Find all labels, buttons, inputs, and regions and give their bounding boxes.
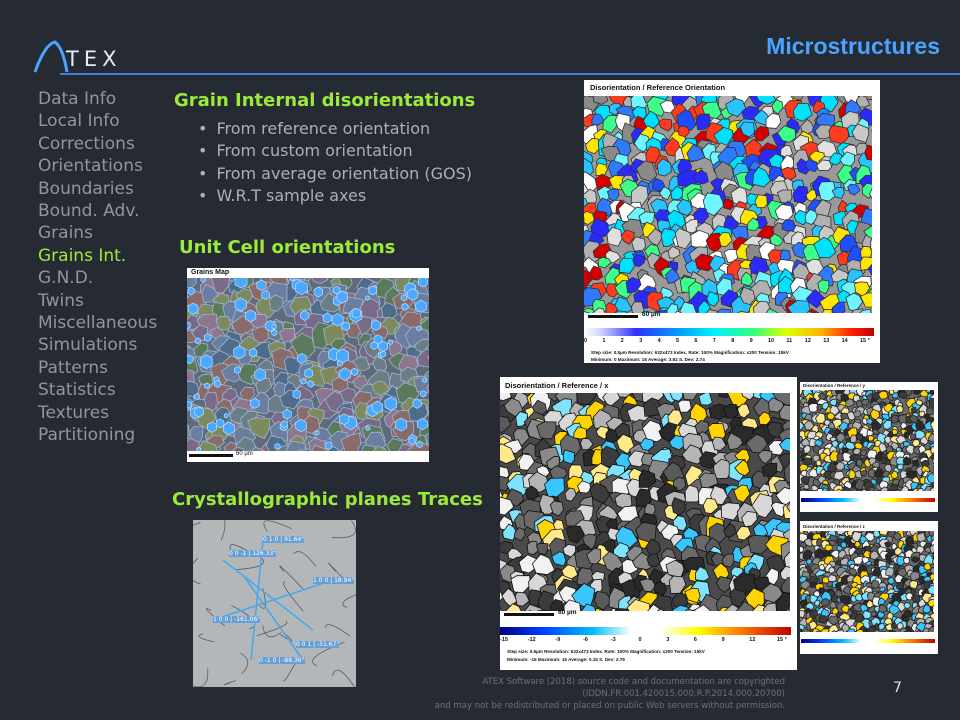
figure-title: Disorientation / Reference / y [803,383,866,388]
reference-x-figure: Disorientation / Reference / x 60 µm -15… [500,377,797,670]
scale-tick-label: 9 [749,338,753,344]
scale-label: 60 µm [558,609,577,616]
sidebar-item[interactable]: Simulations [38,334,157,356]
sidebar-item[interactable]: Orientations [38,155,157,177]
sidebar-item[interactable]: Miscellaneous [38,312,157,334]
sidebar-item[interactable]: Twins [38,290,157,312]
stats-line: Minimum: -15 Maximum: 15 Average: 0.15 S… [507,657,625,662]
grain-internal-bullets: From reference orientation From custom o… [198,118,472,208]
scale-tick-label: 6 [693,637,697,643]
figure-title: Disorientation / Reference / z [803,524,865,529]
scale-tick-label: 14 [841,338,848,344]
reference-map-image [584,96,872,313]
sidebar-item[interactable]: Textures [38,402,157,424]
sidebar-item[interactable]: Grains Int. [38,245,157,267]
scale-tick-label: 12 [749,637,756,643]
scale-bar [504,613,554,616]
reference-z-figure: Disorientation / Reference / z [800,521,938,654]
sidebar-item[interactable]: Boundaries [38,178,157,200]
page-title: Microstructures [766,33,940,59]
grains-map-title: Grains Map [191,269,230,276]
scale-tick-label: 11 [786,338,793,344]
bullet-item: From average orientation (GOS) [198,163,472,185]
scale-tick-label: 15 ° [777,637,787,643]
sidebar-item[interactable]: Local Info [38,110,157,132]
copyright-footer: ATEX Software (2018) source code and doc… [330,676,785,712]
scale-tick-label: 7 [712,338,716,344]
scale-tick-label: 0 [638,637,642,643]
sidebar-item[interactable]: Patterns [38,357,157,379]
stats-line: Step size: 0.5µm Resolution: 632x473 Ind… [591,350,789,355]
planes-traces-panel: 0 1 0 | 91.64° 0 0 -1 | 126.33° 1 0 0 | … [193,520,356,687]
scale-tick-label: 2 [620,338,624,344]
color-scale-ticks: 0 1 2 3 4 5 6 7 8 9 10 11 12 13 14 15 ° [584,338,874,347]
stats-line: Minimum: 0 Maximum: 15 Average: 3.92 S. … [591,357,705,362]
scale-tick-label: 4 [657,338,661,344]
logo-text: TEX [66,47,122,71]
trace-label: 0 0 -1 | 126.33° [229,550,277,557]
sidebar-item[interactable]: Partitioning [38,424,157,446]
sidebar-item[interactable]: Data Info [38,88,157,110]
reference-y-figure: Disorientation / Reference / y [800,382,938,512]
trace-label: 0 1 0 | 91.64° [263,536,305,543]
scale-tick-label: -12 [527,637,536,643]
bullet-item: From custom orientation [198,140,472,162]
trace-label: 1 0 0 | 18.94° [313,577,355,584]
scale-tick-label: 8 [731,338,735,344]
sidebar-item[interactable]: G.N.D. [38,267,157,289]
header-divider [60,73,960,75]
unit-cell-heading: Unit Cell orientations [179,237,396,258]
scale-label: 60 µm [236,451,253,457]
sidebar-item[interactable]: Corrections [38,133,157,155]
sidebar-nav: Data Info Local Info Corrections Orientatio… [38,88,157,447]
scale-tick-label: 0 [584,338,588,344]
grain-internal-heading: Grain Internal disorientations [174,90,476,111]
grains-map-image [187,278,429,451]
color-scale-ticks: -15 -12 -9 -6 -3 0 3 6 9 12 15 ° [500,637,791,646]
scale-tick-label: 3 [639,338,643,344]
scale-bar [588,315,638,318]
scale-label: 60 µm [642,311,661,318]
trace-label: 1 0 0 | -161.06° [213,616,261,623]
page-number: 7 [893,680,902,696]
scale-tick-label: 9 [721,637,725,643]
copyright-line: and may not be redistributed or placed o… [434,701,785,711]
color-scale-bar [584,328,874,336]
scale-tick-label: 5 [676,338,680,344]
color-scale-bar [500,627,791,635]
color-scale-bar [801,639,935,643]
color-scale-bar [801,498,935,502]
sidebar-item[interactable]: Grains [38,222,157,244]
copyright-line: ATEX Software (2018) source code and doc… [482,677,785,699]
reference-orientation-figure: Disorientation / Reference Orientation 6… [584,80,880,363]
scale-tick-label: 15 ° [860,338,870,344]
scale-tick-label: -9 [555,637,561,643]
scale-tick-label: -15 [500,637,508,643]
reference-y-map-image [800,390,934,491]
trace-label: 0 -1 0 | -88.36° [259,657,305,664]
reference-x-map-image [500,393,790,611]
stats-line: Step size: 0.5µm Resolution: 632x473 Ind… [507,649,705,654]
scale-tick-label: -3 [610,637,616,643]
planes-traces-heading: Crystallographic planes Traces [172,489,483,510]
bullet-item: From reference orientation [198,118,472,140]
bullet-item: W.R.T sample axes [198,185,472,207]
sidebar-item[interactable]: Bound. Adv. [38,200,157,222]
scale-tick-label: 13 [823,338,830,344]
scale-tick-label: 1 [602,338,606,344]
sidebar-item[interactable]: Statistics [38,379,157,401]
scale-tick-label: 12 [804,338,811,344]
scale-tick-label: 10 [768,338,775,344]
grains-map-panel: Grains Map 60 µm [187,268,429,462]
scale-bar [189,454,233,457]
scale-tick-label: -6 [583,637,588,643]
figure-title: Disorientation / Reference / x [505,381,609,390]
reference-z-map-image [800,531,934,632]
trace-label: 0 0 1 | -51.67° [296,641,340,648]
scale-tick-label: 6 [694,338,698,344]
scale-tick-label: 3 [666,637,670,643]
figure-title: Disorientation / Reference Orientation [590,83,726,92]
